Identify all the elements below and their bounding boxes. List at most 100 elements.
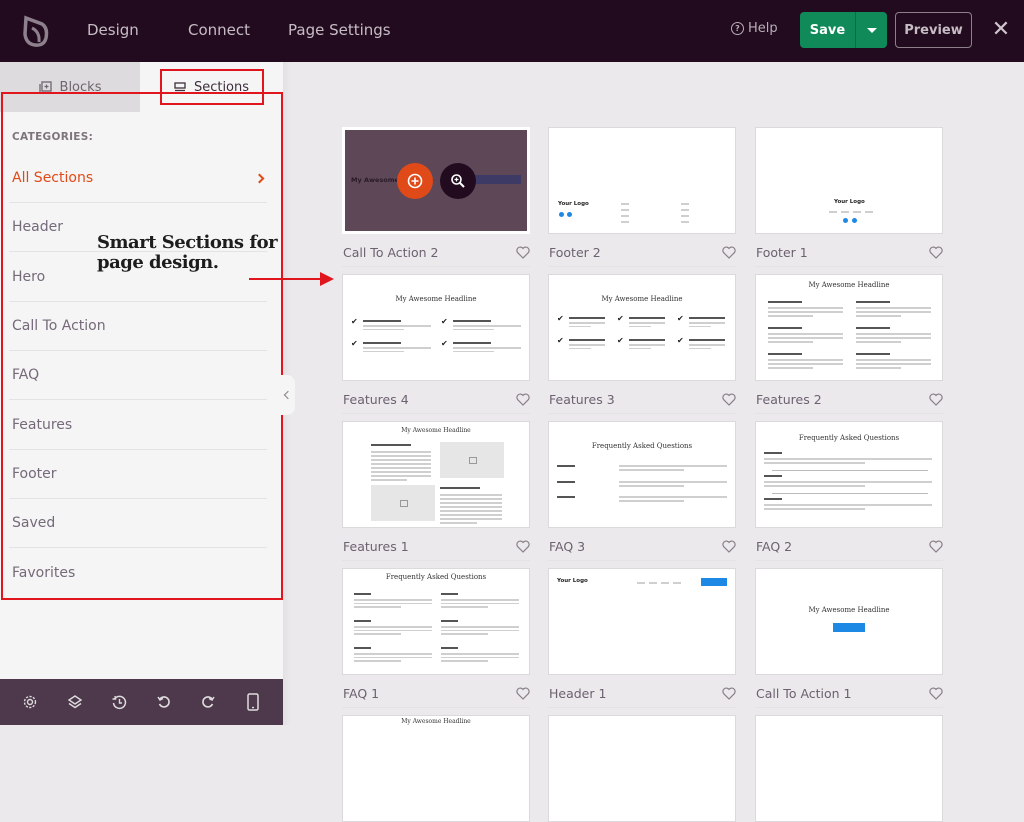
thumb-text-line: [768, 307, 843, 309]
thumb-item-title: [371, 444, 411, 446]
category-item[interactable]: All Sections: [9, 154, 267, 203]
favorite-heart-icon[interactable]: [516, 244, 530, 259]
thumb-text-line: [569, 322, 605, 324]
save-button[interactable]: Save: [800, 12, 856, 48]
check-icon: ✔: [441, 339, 448, 348]
settings-icon[interactable]: [19, 691, 41, 713]
thumb-item-title: [689, 317, 725, 319]
thumb-question: [557, 481, 575, 483]
undo-icon[interactable]: [153, 691, 175, 713]
redo-icon[interactable]: [197, 691, 219, 713]
section-thumbnail[interactable]: My Awesome Headline: [342, 127, 530, 234]
preview-button[interactable]: Preview: [895, 12, 972, 48]
category-item[interactable]: Saved: [9, 499, 267, 549]
mobile-preview-icon[interactable]: [242, 691, 264, 713]
section-thumbnail[interactable]: My Awesome Headline: [342, 421, 530, 528]
thumb-text-line: [453, 350, 494, 352]
thumb-text-line: [354, 599, 432, 601]
help-icon: ?: [731, 22, 744, 35]
bottom-toolbar: [0, 679, 283, 725]
preview-section-button[interactable]: [440, 163, 476, 199]
add-section-button[interactable]: [397, 163, 433, 199]
section-thumbnail[interactable]: Your Logo: [755, 127, 943, 234]
category-item[interactable]: FAQ: [9, 351, 267, 401]
nav-connect[interactable]: Connect: [188, 21, 250, 39]
section-thumbnail[interactable]: My Awesome Headline: [755, 274, 943, 381]
favorite-heart-icon[interactable]: [929, 538, 943, 553]
thumb-headline: My Awesome Headline: [395, 295, 477, 303]
thumb-cta-button: [701, 578, 727, 586]
section-thumbnail[interactable]: My Awesome Headline ✔ ✔ ✔ ✔ ✔ ✔: [548, 274, 736, 381]
favorite-heart-icon[interactable]: [722, 685, 736, 700]
thumb-item-title: [768, 353, 802, 355]
section-card-title: Header 1: [549, 686, 607, 701]
collapse-sidebar-button[interactable]: [281, 375, 295, 415]
close-icon[interactable]: ✕: [990, 18, 1012, 42]
thumb-text-line: [856, 341, 901, 343]
check-icon: ✔: [351, 339, 358, 348]
annotation-line-2: page design.: [97, 252, 219, 273]
favorite-heart-icon[interactable]: [929, 244, 943, 259]
section-thumbnail[interactable]: Frequently Asked Questions: [342, 568, 530, 675]
layers-icon[interactable]: [64, 691, 86, 713]
thumb-text-line: [768, 367, 813, 369]
thumb-item-title: [856, 353, 890, 355]
thumb-text-line: [619, 481, 727, 483]
thumb-text-line: [441, 660, 488, 662]
section-thumbnail[interactable]: Frequently Asked Questions: [548, 421, 736, 528]
category-item[interactable]: Favorites: [9, 548, 267, 597]
save-options-dropdown[interactable]: [856, 12, 887, 48]
favorite-heart-icon[interactable]: [516, 685, 530, 700]
thumb-item-title: [453, 320, 491, 322]
check-icon: ✔: [441, 317, 448, 326]
card-divider: [755, 707, 943, 708]
favorite-heart-icon[interactable]: [722, 538, 736, 553]
check-icon: ✔: [617, 314, 624, 323]
section-thumbnail[interactable]: Frequently Asked Questions: [755, 421, 943, 528]
save-button-group: Save: [800, 12, 887, 48]
thumb-text-line: [629, 322, 665, 324]
card-divider: [548, 707, 736, 708]
thumb-text-line: [354, 602, 432, 604]
thumb-text-line: [856, 359, 931, 361]
app-logo-icon[interactable]: [20, 14, 50, 48]
section-thumbnail[interactable]: My Awesome Headline: [342, 715, 530, 822]
favorite-heart-icon[interactable]: [929, 685, 943, 700]
thumb-text-line: [768, 359, 843, 361]
section-thumbnail[interactable]: Your Logo: [548, 568, 736, 675]
help-link[interactable]: ? Help: [731, 21, 778, 36]
favorite-heart-icon[interactable]: [722, 244, 736, 259]
favorite-heart-icon[interactable]: [929, 391, 943, 406]
favorite-heart-icon[interactable]: [516, 538, 530, 553]
thumb-text-line: [363, 328, 404, 330]
check-icon: ✔: [557, 336, 564, 345]
nav-design[interactable]: Design: [87, 21, 139, 39]
thumb-logo: Your Logo: [558, 201, 589, 207]
section-thumbnail[interactable]: Your Logo: [548, 127, 736, 234]
favorite-heart-icon[interactable]: [722, 391, 736, 406]
favorite-heart-icon[interactable]: [516, 391, 530, 406]
category-item[interactable]: Features: [9, 401, 267, 450]
thumb-link: [841, 211, 849, 213]
thumb-text-line: [440, 522, 478, 524]
thumb-cta-button: [833, 623, 865, 632]
card-divider: [548, 266, 736, 267]
category-item[interactable]: Call To Action: [9, 302, 267, 351]
section-thumbnail[interactable]: My Awesome Headline: [755, 568, 943, 675]
category-item[interactable]: Footer: [9, 450, 267, 499]
thumb-text-line: [689, 347, 711, 349]
annotation-line-1: Smart Sections for: [97, 232, 278, 253]
nav-page-settings[interactable]: Page Settings: [288, 21, 391, 39]
thumb-image-placeholder: [371, 485, 435, 521]
section-thumbnail[interactable]: [548, 715, 736, 822]
section-thumbnail[interactable]: My Awesome Headline ✔ ✔ ✔ ✔: [342, 274, 530, 381]
history-icon[interactable]: [108, 691, 130, 713]
thumb-text-line: [440, 514, 502, 516]
thumb-text-line: [764, 458, 932, 460]
thumb-text-line: [689, 325, 711, 327]
thumb-text-line: [363, 350, 404, 352]
check-icon: ✔: [677, 314, 684, 323]
chevron-left-icon: [283, 390, 293, 400]
thumb-item-title: [440, 487, 480, 489]
section-thumbnail[interactable]: [755, 715, 943, 822]
